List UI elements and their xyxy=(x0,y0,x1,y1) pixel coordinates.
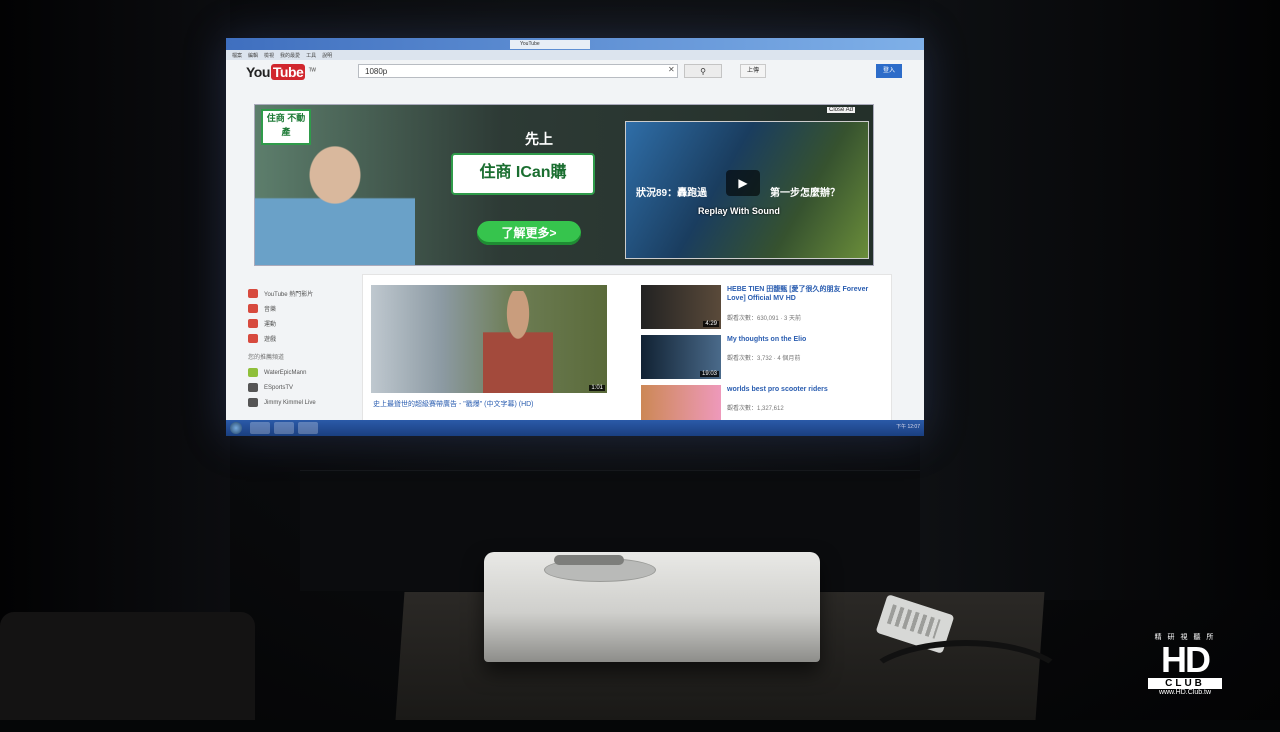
banner-ad[interactable]: 住商 不動產 先上 住商 ICan購 了解更多> 狀況89：轟跑過 第一步怎麼辦… xyxy=(254,104,874,266)
sidebar: YouTube 熱門影片 音樂 運動 遊戲 您的推薦頻道 WaterEpicMa… xyxy=(248,286,358,410)
sidebar-item-music[interactable]: 音樂 xyxy=(248,301,358,316)
related-meta: 觀看次數：1,327,612 xyxy=(727,406,784,412)
related-video[interactable]: 19:03 My thoughts on the Elio 觀看次數：3,732… xyxy=(641,335,881,379)
logo-you: You xyxy=(246,64,270,80)
channel-icon xyxy=(248,368,258,377)
related-title[interactable]: HEBE TIEN 田馥甄 [愛了很久的朋友 Forever Love] Off… xyxy=(727,285,877,303)
menu-tools[interactable]: 工具 xyxy=(306,52,316,59)
sidebar-channel-label: Jimmy Kimmel Live xyxy=(264,399,316,406)
music-icon xyxy=(248,304,258,313)
logo-tube: Tube xyxy=(270,64,306,80)
signin-button[interactable]: 登入 xyxy=(876,64,902,78)
ad-video-caption-left: 狀況89：轟跑過 xyxy=(636,188,708,199)
windows-taskbar: 下午 12:07 xyxy=(226,420,924,436)
watermark-url: www.HD.Club.tw xyxy=(1158,689,1212,696)
featured-video-title[interactable]: 史上最聳世的超級賽帶廣告 - "戳爆" (中文字幕) (HD) xyxy=(373,399,534,409)
ad-video-caption-right: 第一步怎麼辦？ xyxy=(770,188,840,199)
start-button[interactable] xyxy=(230,422,242,434)
system-tray-clock: 下午 12:07 xyxy=(896,424,920,430)
replay-with-sound[interactable]: Replay With Sound xyxy=(698,206,780,216)
browser-tab[interactable]: YouTube xyxy=(510,39,590,49)
sidebar-section-title: 您的推薦頻道 xyxy=(248,355,285,361)
youtube-logo[interactable]: You Tube TW xyxy=(246,64,316,80)
related-video[interactable]: 4:29 HEBE TIEN 田馥甄 [愛了很久的朋友 Forever Love… xyxy=(641,285,881,329)
menu-view[interactable]: 檢視 xyxy=(264,52,274,59)
search-input[interactable]: 1080p xyxy=(358,64,678,78)
sofa xyxy=(0,612,255,720)
channel-icon xyxy=(248,398,258,407)
menu-favorites[interactable]: 我的最愛 xyxy=(280,52,300,59)
sidebar-channel[interactable]: WaterEpicMann xyxy=(248,365,358,380)
sidebar-channel[interactable]: ESportsTV xyxy=(248,380,358,395)
remote-buttons xyxy=(886,604,941,639)
related-title[interactable]: worlds best pro scooter riders xyxy=(727,385,877,394)
browser-titlebar: YouTube xyxy=(226,38,924,50)
sidebar-item-label: 運動 xyxy=(264,322,277,328)
right-wall xyxy=(920,0,1280,600)
watermark-club: CLUB xyxy=(1148,678,1222,689)
cable xyxy=(860,640,1072,732)
related-thumbnail[interactable]: 19:03 xyxy=(641,335,721,379)
sidebar-item-games[interactable]: 遊戲 xyxy=(248,331,358,346)
sidebar-channel[interactable]: Jimmy Kimmel Live xyxy=(248,395,358,410)
sidebar-item-label: YouTube 熱門影片 xyxy=(264,292,314,298)
taskbar-app[interactable] xyxy=(250,422,270,434)
thumbnail-person xyxy=(483,291,553,393)
games-icon xyxy=(248,334,258,343)
search-icon: ⚲ xyxy=(700,67,706,76)
video-duration: 1:01 xyxy=(589,385,605,391)
clear-icon[interactable]: ✕ xyxy=(668,65,675,74)
channel-icon xyxy=(248,383,258,392)
play-icon[interactable]: ▶ xyxy=(726,170,760,196)
sidebar-item-label: 遊戲 xyxy=(264,337,277,343)
sidebar-item-label: 音樂 xyxy=(264,307,277,313)
related-meta: 觀看次數：3,732 · 4 個月前 xyxy=(727,356,801,362)
search-button[interactable]: ⚲ xyxy=(684,64,722,78)
sidebar-item-sports[interactable]: 運動 xyxy=(248,316,358,331)
sidebar-channel-label: ESportsTV xyxy=(264,384,294,391)
ad-brand-badge: 住商 不動產 xyxy=(261,109,311,145)
video-feed: 1:01 史上最聳世的超級賽帶廣告 - "戳爆" (中文字幕) (HD) 4:2… xyxy=(362,274,892,436)
taskbar-app[interactable] xyxy=(274,422,294,434)
youtube-header: You Tube TW 1080p ✕ ⚲ 上傳 登入 xyxy=(226,60,924,82)
video-duration: 4:29 xyxy=(703,321,719,327)
watermark-hd: HD xyxy=(1161,639,1211,680)
upload-button[interactable]: 上傳 xyxy=(740,64,766,78)
ad-cta-button[interactable]: 了解更多> xyxy=(477,221,581,245)
browser-menu: 檔案 編輯 檢視 我的最愛 工具 說明 xyxy=(226,50,924,60)
menu-help[interactable]: 說明 xyxy=(322,52,332,59)
related-title[interactable]: My thoughts on the Elio xyxy=(727,335,877,344)
ad-video[interactable]: 狀況89：轟跑過 第一步怎麼辦？ ▶ Replay With Sound xyxy=(625,121,869,259)
video-duration: 19:03 xyxy=(699,371,719,377)
projector-handle xyxy=(554,555,624,565)
projection-screen: YouTube 檔案 編輯 檢視 我的最愛 工具 說明 You Tube TW 1… xyxy=(226,38,924,436)
menu-file[interactable]: 檔案 xyxy=(232,52,242,59)
related-meta: 觀看次數：630,091 · 3 天前 xyxy=(727,316,802,322)
featured-video-thumbnail[interactable]: 1:01 xyxy=(371,285,607,393)
hd-club-watermark: 精 研 視 聽 所 HD CLUB www.HD.Club.tw xyxy=(1140,632,1230,702)
close-ad-button[interactable]: Close Ad xyxy=(827,107,856,113)
sidebar-item-trending[interactable]: YouTube 熱門影片 xyxy=(248,286,358,301)
youtube-icon xyxy=(248,289,258,298)
ad-ican-logo: 住商 ICan購 xyxy=(451,153,595,195)
ad-slogan: 先上 xyxy=(525,131,553,147)
logo-region: TW xyxy=(308,67,316,74)
sports-icon xyxy=(248,319,258,328)
sidebar-channel-label: WaterEpicMann xyxy=(264,369,307,376)
related-thumbnail[interactable]: 4:29 xyxy=(641,285,721,329)
taskbar-app[interactable] xyxy=(298,422,318,434)
menu-edit[interactable]: 編輯 xyxy=(248,52,258,59)
projector xyxy=(484,552,820,662)
